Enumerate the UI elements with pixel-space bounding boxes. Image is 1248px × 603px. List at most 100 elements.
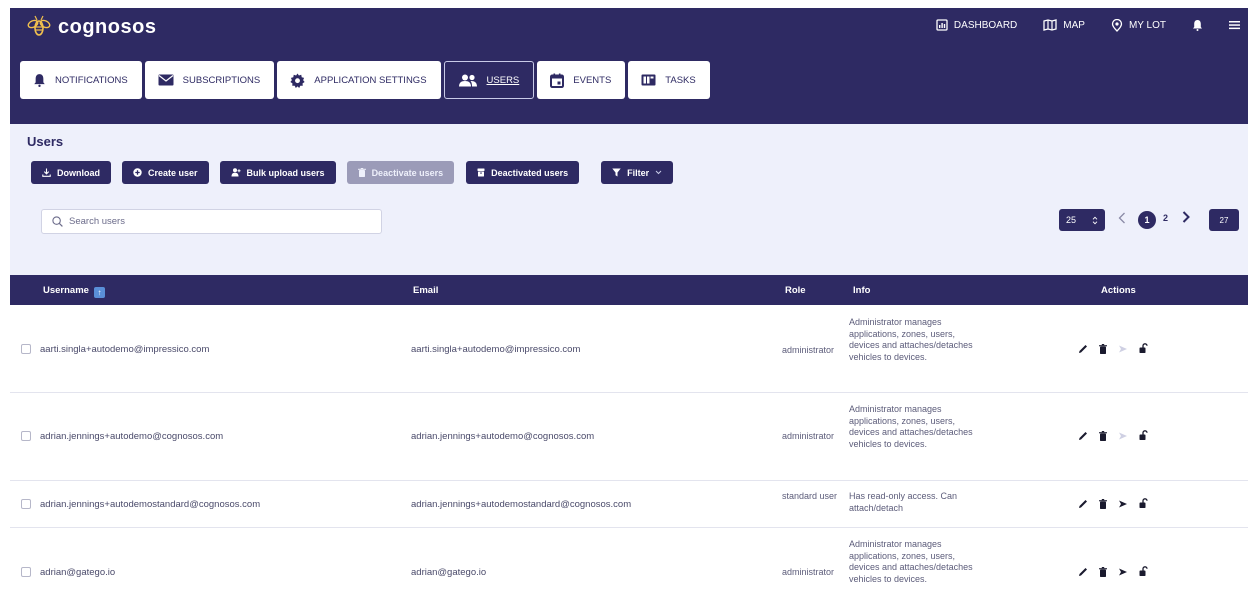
row-role: administrator	[782, 345, 835, 355]
bee-logo-icon	[27, 15, 51, 36]
rows-per-page-value: 25	[1066, 215, 1077, 225]
search-placeholder: Search users	[69, 216, 125, 227]
delete-trash-icon[interactable]	[1099, 430, 1107, 441]
trash-icon	[357, 168, 366, 177]
send-arrow-icon[interactable]	[1118, 499, 1128, 509]
gear-icon	[290, 72, 305, 88]
users-icon	[458, 74, 477, 86]
delete-trash-icon[interactable]	[1099, 498, 1107, 509]
deactivate-users-label: Deactivate users	[371, 167, 444, 178]
envelope-icon	[158, 74, 174, 86]
download-button[interactable]: Download	[31, 161, 111, 184]
row-email: adrian.jennings+autodemo@cognosos.com	[411, 431, 595, 442]
column-username[interactable]: Username ↑	[43, 285, 105, 298]
nav-menu[interactable]	[1229, 16, 1240, 34]
chevron-left-icon	[1118, 212, 1125, 224]
row-actions	[1078, 498, 1148, 509]
create-user-button[interactable]: Create user	[122, 161, 209, 184]
table-row[interactable]: adrian.jennings+autodemostandard@cognoso…	[10, 481, 1248, 528]
row-checkbox[interactable]	[21, 431, 31, 441]
bulk-upload-users-label: Bulk upload users	[246, 167, 325, 178]
total-users-badge: 27	[1209, 209, 1239, 231]
page-2-button[interactable]: 2	[1163, 213, 1168, 235]
row-role: administrator	[782, 431, 835, 441]
search-icon	[52, 216, 63, 227]
nav-notifications[interactable]	[1192, 16, 1203, 34]
row-info: Administrator manages applications, zone…	[849, 317, 973, 362]
edit-pencil-icon[interactable]	[1078, 567, 1088, 577]
row-checkbox[interactable]	[21, 344, 31, 354]
edit-pencil-icon[interactable]	[1078, 431, 1088, 441]
filter-icon	[612, 168, 621, 177]
nav-map[interactable]: MAP	[1043, 16, 1085, 34]
page-title: Users	[27, 134, 64, 149]
send-arrow-icon[interactable]	[1118, 431, 1128, 441]
tab-users-label: USERS	[486, 74, 520, 86]
column-role[interactable]: Role	[785, 285, 806, 296]
tab-subscriptions[interactable]: SUBSCRIPTIONS	[144, 61, 275, 99]
send-arrow-icon[interactable]	[1118, 567, 1128, 577]
tab-notifications[interactable]: NOTIFICATIONS	[20, 61, 142, 99]
table-row[interactable]: adrian@gatego.io adrian@gatego.io admini…	[10, 528, 1248, 603]
unlock-icon[interactable]	[1139, 566, 1148, 577]
table-row[interactable]: aarti.singla+autodemo@impressico.com aar…	[10, 305, 1248, 393]
nav-map-label: MAP	[1063, 19, 1085, 31]
users-toolbar: Download Create user Bulk upload users D…	[31, 161, 674, 184]
plus-circle-icon	[133, 168, 142, 177]
page-1-button[interactable]: 1	[1138, 211, 1156, 229]
brand-name: cognosos	[58, 15, 157, 38]
column-email[interactable]: Email	[413, 285, 438, 296]
download-icon	[42, 168, 51, 177]
delete-trash-icon[interactable]	[1099, 566, 1107, 577]
tab-events[interactable]: EVENTS	[537, 61, 626, 99]
filter-button[interactable]: Filter	[601, 161, 674, 184]
search-users-input[interactable]: Search users	[41, 209, 382, 234]
rows-per-page-select[interactable]: 25	[1059, 209, 1105, 231]
settings-tabs: NOTIFICATIONS SUBSCRIPTIONS APPLICATION …	[20, 61, 710, 99]
next-page-button[interactable]	[1182, 210, 1190, 232]
users-table-header: Username ↑ Email Role Info Actions	[10, 275, 1248, 305]
unlock-icon[interactable]	[1139, 343, 1148, 354]
row-checkbox[interactable]	[21, 567, 31, 577]
nav-dashboard[interactable]: DASHBOARD	[936, 16, 1017, 34]
location-pin-icon	[1111, 18, 1123, 32]
nav-my-lot[interactable]: MY LOT	[1111, 16, 1166, 34]
top-nav-links: DASHBOARD MAP MY LOT	[910, 16, 1240, 34]
hamburger-menu-icon	[1229, 21, 1240, 30]
deactivate-users-button[interactable]: Deactivate users	[346, 161, 455, 184]
row-role: standard user	[782, 491, 838, 501]
archive-icon	[477, 168, 485, 177]
tab-application-settings[interactable]: APPLICATION SETTINGS	[277, 61, 441, 99]
users-panel: Users Download Create user Bulk upload u…	[10, 124, 1248, 275]
download-label: Download	[57, 167, 100, 178]
column-username-label: Username	[43, 285, 89, 296]
add-user-icon	[231, 168, 241, 177]
sort-ascending-icon[interactable]: ↑	[93, 287, 105, 298]
table-row[interactable]: adrian.jennings+autodemo@cognosos.com ad…	[10, 393, 1248, 481]
row-actions	[1078, 430, 1148, 441]
tab-subscriptions-label: SUBSCRIPTIONS	[182, 74, 261, 86]
chevron-right-icon	[1182, 211, 1190, 223]
brand-logo[interactable]: cognosos	[26, 14, 156, 40]
column-info: Info	[853, 285, 871, 296]
unlock-icon[interactable]	[1139, 430, 1148, 441]
send-arrow-icon[interactable]	[1118, 344, 1128, 354]
row-username: adrian.jennings+autodemo@cognosos.com	[40, 431, 224, 442]
tab-tasks[interactable]: TASKS	[628, 61, 710, 99]
deactivated-users-button[interactable]: Deactivated users	[466, 161, 580, 184]
row-email: adrian.jennings+autodemostandard@cognoso…	[411, 499, 632, 510]
row-checkbox[interactable]	[21, 499, 31, 509]
unlock-icon[interactable]	[1139, 498, 1148, 509]
row-actions	[1078, 566, 1148, 577]
tab-users[interactable]: USERS	[443, 61, 535, 99]
row-email: aarti.singla+autodemo@impressico.com	[411, 344, 581, 355]
bulk-upload-users-button[interactable]: Bulk upload users	[219, 161, 336, 184]
edit-pencil-icon[interactable]	[1078, 499, 1088, 509]
row-info: Has read-only access. Can attach/detach	[849, 491, 958, 513]
edit-pencil-icon[interactable]	[1078, 344, 1088, 354]
previous-page-button[interactable]	[1118, 212, 1126, 234]
sort-updown-icon	[1092, 216, 1098, 224]
delete-trash-icon[interactable]	[1099, 343, 1107, 354]
row-username: adrian@gatego.io	[40, 567, 116, 578]
row-role: administrator	[782, 567, 835, 577]
